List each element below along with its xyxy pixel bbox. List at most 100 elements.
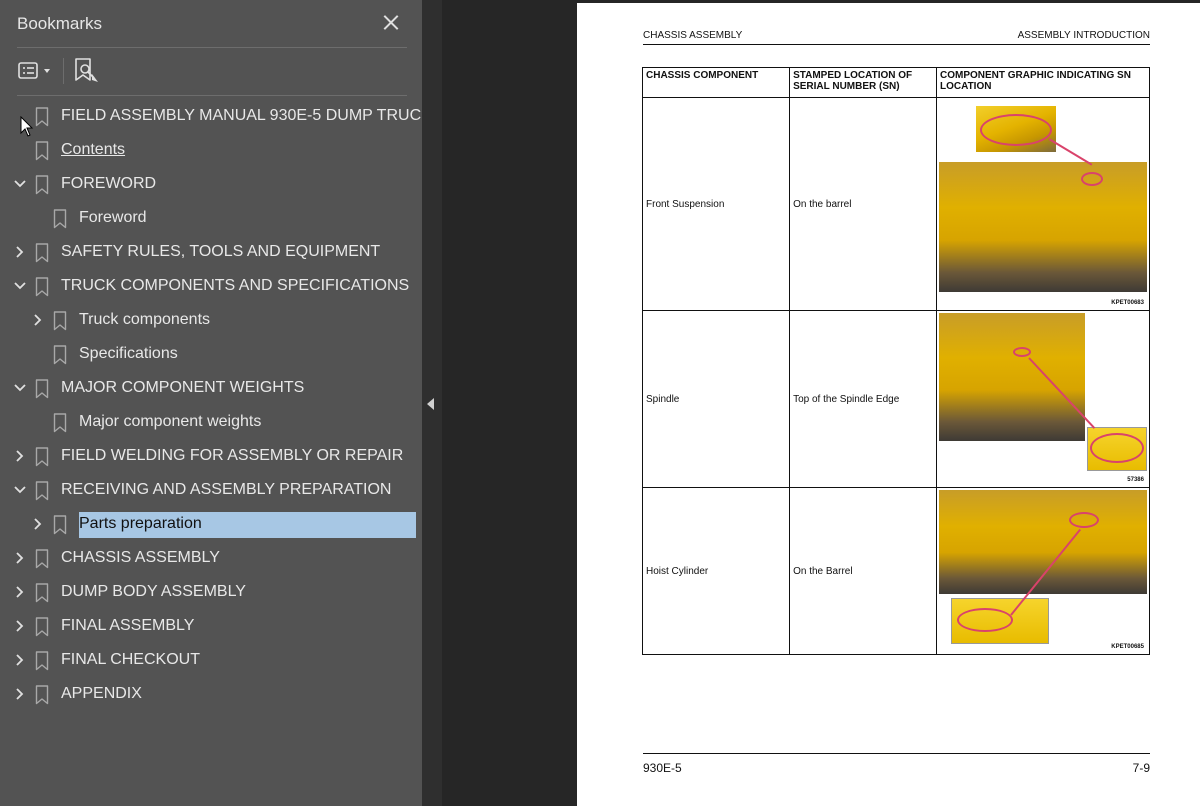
chevron-down-icon[interactable] bbox=[12, 380, 28, 396]
chevron-down-icon[interactable] bbox=[12, 278, 28, 294]
chevron-right-icon[interactable] bbox=[12, 584, 28, 600]
bookmark-item[interactable]: FIELD ASSEMBLY MANUAL 930E-5 DUMP TRUCK bbox=[0, 100, 432, 134]
location-cell: On the barrel bbox=[789, 97, 937, 311]
bookmark-label[interactable]: FOREWORD bbox=[61, 174, 156, 194]
bookmark-item[interactable]: Contents bbox=[0, 134, 422, 168]
bookmark-icon bbox=[35, 277, 49, 297]
bookmark-icon bbox=[35, 651, 49, 671]
bookmark-icon bbox=[53, 311, 67, 331]
bookmark-icon bbox=[35, 107, 49, 127]
bookmark-item[interactable]: MAJOR COMPONENT WEIGHTS bbox=[0, 372, 422, 406]
bookmark-label[interactable]: TRUCK COMPONENTS AND SPECIFICATIONS bbox=[61, 276, 409, 296]
page-header-chapter: ASSEMBLY INTRODUCTION bbox=[1017, 30, 1150, 41]
page-number: 7-9 bbox=[1132, 761, 1150, 775]
chevron-right-icon[interactable] bbox=[12, 618, 28, 634]
bookmark-item[interactable]: CHASSIS ASSEMBLY bbox=[0, 542, 422, 576]
bookmark-label[interactable]: Foreword bbox=[79, 208, 147, 228]
divider bbox=[17, 95, 407, 96]
chevron-down-icon[interactable] bbox=[12, 482, 28, 498]
callout-circle bbox=[1012, 347, 1031, 357]
bookmark-item[interactable]: TRUCK COMPONENTS AND SPECIFICATIONS bbox=[0, 270, 422, 304]
spindle-main-photo bbox=[938, 313, 1085, 441]
bookmark-item[interactable]: RECEIVING AND ASSEMBLY PREPARATION bbox=[0, 474, 422, 508]
bookmark-icon bbox=[35, 583, 49, 603]
bookmark-item[interactable]: APPENDIX bbox=[0, 678, 422, 712]
chevron-right-icon[interactable] bbox=[12, 448, 28, 464]
graphic-cell: KPET00685 bbox=[935, 487, 1151, 655]
bookmark-label[interactable]: FIELD ASSEMBLY MANUAL 930E-5 DUMP TRUCK bbox=[61, 106, 432, 126]
bookmark-label[interactable]: APPENDIX bbox=[61, 684, 142, 704]
list-options-icon[interactable] bbox=[16, 56, 56, 86]
bookmark-item[interactable]: Foreword bbox=[0, 202, 422, 236]
bookmark-icon bbox=[35, 175, 49, 195]
bookmark-item[interactable]: Truck components bbox=[0, 304, 422, 338]
bookmark-item[interactable]: SAFETY RULES, TOOLS AND EQUIPMENT bbox=[0, 236, 422, 270]
bookmark-label[interactable]: Specifications bbox=[79, 344, 178, 364]
bookmark-label[interactable]: FINAL CHECKOUT bbox=[61, 650, 200, 670]
callout-circle bbox=[1080, 172, 1103, 186]
bookmark-label[interactable]: DUMP BODY ASSEMBLY bbox=[61, 582, 246, 602]
bookmark-label[interactable]: Truck components bbox=[79, 310, 210, 330]
bookmark-item[interactable]: FOREWORD bbox=[0, 168, 422, 202]
close-icon[interactable] bbox=[380, 12, 402, 34]
page-header-section: CHASSIS ASSEMBLY bbox=[643, 30, 743, 41]
find-bookmark-icon[interactable] bbox=[72, 56, 102, 86]
bookmark-item[interactable]: Specifications bbox=[0, 338, 422, 372]
chevron-down-icon[interactable] bbox=[12, 176, 28, 192]
component-cell: Spindle bbox=[641, 310, 791, 488]
bookmark-item[interactable]: Parts preparation bbox=[0, 508, 422, 542]
table-row: Hoist Cylinder On the Barrel KPET00685 bbox=[641, 487, 1151, 655]
bookmark-label[interactable]: Parts preparation bbox=[79, 512, 416, 538]
bookmark-label[interactable]: Contents bbox=[61, 140, 125, 160]
bookmark-item[interactable]: FINAL CHECKOUT bbox=[0, 644, 422, 678]
bookmark-label[interactable]: Major component weights bbox=[79, 412, 261, 432]
document-page: CHASSIS ASSEMBLY ASSEMBLY INTRODUCTION C… bbox=[577, 3, 1200, 806]
bookmark-icon bbox=[53, 515, 67, 535]
bookmark-item[interactable]: FINAL ASSEMBLY bbox=[0, 610, 422, 644]
bookmark-item[interactable]: Major component weights bbox=[0, 406, 422, 440]
graphic-cell: KPET00683 bbox=[935, 97, 1151, 311]
page-footer-model: 930E-5 bbox=[643, 761, 682, 775]
bookmark-label[interactable]: MAJOR COMPONENT WEIGHTS bbox=[61, 378, 304, 398]
bookmark-label[interactable]: SAFETY RULES, TOOLS AND EQUIPMENT bbox=[61, 242, 380, 262]
bookmark-icon bbox=[35, 617, 49, 637]
callout-circle bbox=[1089, 433, 1144, 463]
component-cell: Hoist Cylinder bbox=[641, 487, 791, 655]
spindle-photo: 57386 bbox=[938, 313, 1147, 485]
toolbar-divider bbox=[63, 58, 64, 84]
callout-circle bbox=[979, 114, 1052, 146]
bookmarks-panel: Bookmarks FIELD ASSEMBLY MANUAL 930E-5 D… bbox=[0, 0, 432, 806]
bookmark-icon bbox=[35, 685, 49, 705]
location-cell: Top of the Spindle Edge bbox=[789, 310, 937, 488]
bookmark-item[interactable]: DUMP BODY ASSEMBLY bbox=[0, 576, 422, 610]
chassis-component-table: CHASSIS COMPONENT STAMPED LOCATION OF SE… bbox=[641, 67, 1151, 655]
bookmark-label[interactable]: FINAL ASSEMBLY bbox=[61, 616, 194, 636]
hoist-cylinder-photo: KPET00685 bbox=[938, 490, 1147, 652]
chevron-right-icon[interactable] bbox=[12, 550, 28, 566]
graphic-cell: 57386 bbox=[935, 310, 1151, 488]
bookmark-label[interactable]: FIELD WELDING FOR ASSEMBLY OR REPAIR bbox=[61, 446, 403, 466]
suspension-cylinder-photo bbox=[938, 162, 1147, 292]
bookmark-icon bbox=[35, 379, 49, 399]
table-header-location: STAMPED LOCATION OF SERIAL NUMBER (SN) bbox=[789, 67, 937, 98]
bookmark-icon bbox=[35, 481, 49, 501]
location-cell: On the Barrel bbox=[789, 487, 937, 655]
bookmark-icon bbox=[53, 345, 67, 365]
bookmark-item[interactable]: FIELD WELDING FOR ASSEMBLY OR REPAIR bbox=[0, 440, 422, 474]
chevron-right-icon[interactable] bbox=[12, 686, 28, 702]
bookmark-icon bbox=[35, 243, 49, 263]
bookmark-icon bbox=[35, 447, 49, 467]
chevron-right-icon[interactable] bbox=[30, 516, 46, 532]
chevron-right-icon[interactable] bbox=[12, 244, 28, 260]
chevron-right-icon[interactable] bbox=[30, 312, 46, 328]
graphic-code: KPET00683 bbox=[1111, 300, 1144, 306]
panel-title: Bookmarks bbox=[17, 14, 103, 33]
mouse-cursor-icon bbox=[20, 115, 34, 138]
collapse-panel-arrow-icon[interactable] bbox=[427, 398, 434, 410]
divider bbox=[17, 47, 407, 48]
bookmark-label[interactable]: RECEIVING AND ASSEMBLY PREPARATION bbox=[61, 480, 391, 500]
bookmark-label[interactable]: CHASSIS ASSEMBLY bbox=[61, 548, 220, 568]
header-rule bbox=[643, 44, 1150, 45]
bookmark-icon bbox=[53, 209, 67, 229]
chevron-right-icon[interactable] bbox=[12, 652, 28, 668]
